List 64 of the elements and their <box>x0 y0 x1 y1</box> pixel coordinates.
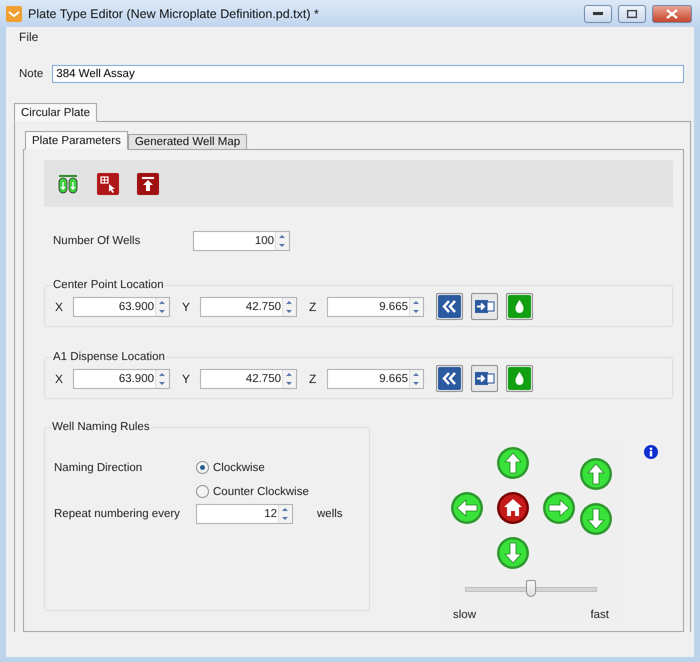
scale-label: slow <box>453 609 476 621</box>
coordinate-field[interactable]: 42.750 <box>200 368 297 388</box>
upload-button[interactable] <box>136 172 160 196</box>
spin-buttons[interactable] <box>275 232 289 250</box>
note-field[interactable]: 384 Well Assay <box>52 65 684 83</box>
up-arrow-button[interactable] <box>578 457 612 491</box>
spin-buttons[interactable] <box>409 298 423 316</box>
group-title: Center Point Location <box>52 279 165 291</box>
dispense-button[interactable] <box>506 365 533 392</box>
info-icon <box>644 445 658 459</box>
axis-label: Y <box>182 300 192 314</box>
repeat-field[interactable]: 12 <box>196 504 293 524</box>
scale-label: fast <box>590 609 609 621</box>
maximize-icon <box>627 10 637 18</box>
rewind-button[interactable] <box>436 293 463 320</box>
menu-item[interactable]: File <box>14 30 44 44</box>
field-label: Number Of Wells <box>53 235 142 247</box>
group-title: Well Naming Rules <box>51 421 151 433</box>
unit-label: wells <box>317 508 343 520</box>
coordinate-field[interactable]: 9.665 <box>327 296 424 316</box>
wells-count-field[interactable]: 100 <box>193 231 290 251</box>
move-to-button[interactable] <box>471 293 498 320</box>
move-to-button[interactable] <box>471 365 498 392</box>
spin-buttons[interactable] <box>282 298 296 316</box>
minimize-button[interactable] <box>584 4 612 22</box>
maximize-button[interactable] <box>618 4 646 22</box>
radio-option[interactable]: Counter Clockwise <box>196 485 309 498</box>
radio-option[interactable]: Clockwise <box>196 461 309 474</box>
spin-buttons[interactable] <box>282 370 296 388</box>
up-arrow-button[interactable] <box>496 446 530 480</box>
axis-label: X <box>55 300 64 314</box>
axis-label: Z <box>309 300 318 314</box>
coordinate-field[interactable]: 63.900 <box>73 296 170 316</box>
coordinate-field[interactable]: 63.900 <box>73 368 170 388</box>
tab[interactable]: Generated Well Map <box>128 134 248 150</box>
group-title: A1 Dispense Location <box>52 351 166 363</box>
dispense-button[interactable] <box>506 293 533 320</box>
down-arrow-button[interactable] <box>578 502 612 536</box>
field-label: Note <box>19 68 44 80</box>
coordinate-field[interactable]: 9.665 <box>327 368 424 388</box>
tab[interactable]: Circular Plate <box>14 103 98 122</box>
axis-label: Z <box>309 372 318 386</box>
left-arrow-button[interactable] <box>450 491 484 525</box>
spin-buttons[interactable] <box>155 370 169 388</box>
axis-label: Y <box>182 372 192 386</box>
select-wells-button[interactable] <box>96 172 120 196</box>
axis-label: X <box>55 372 64 386</box>
down-arrow-button[interactable] <box>496 536 530 570</box>
spin-buttons[interactable] <box>278 505 292 523</box>
rewind-button[interactable] <box>436 365 463 392</box>
tab[interactable]: Plate Parameters <box>25 131 128 150</box>
close-button[interactable] <box>652 4 692 22</box>
right-arrow-button[interactable] <box>542 491 576 525</box>
slider-thumb[interactable] <box>526 580 536 596</box>
field-label: Naming Direction <box>54 462 144 474</box>
spin-buttons[interactable] <box>155 298 169 316</box>
app-icon <box>6 6 22 22</box>
spin-buttons[interactable] <box>409 370 423 388</box>
home-button[interactable] <box>496 491 530 525</box>
minimize-icon <box>593 12 603 16</box>
close-icon <box>666 8 678 18</box>
window-title: Plate Type Editor (New Microplate Definition.pd.txt) * <box>28 6 320 20</box>
coordinate-field[interactable]: 42.750 <box>200 296 297 316</box>
field-label: Repeat numbering every <box>54 508 181 520</box>
